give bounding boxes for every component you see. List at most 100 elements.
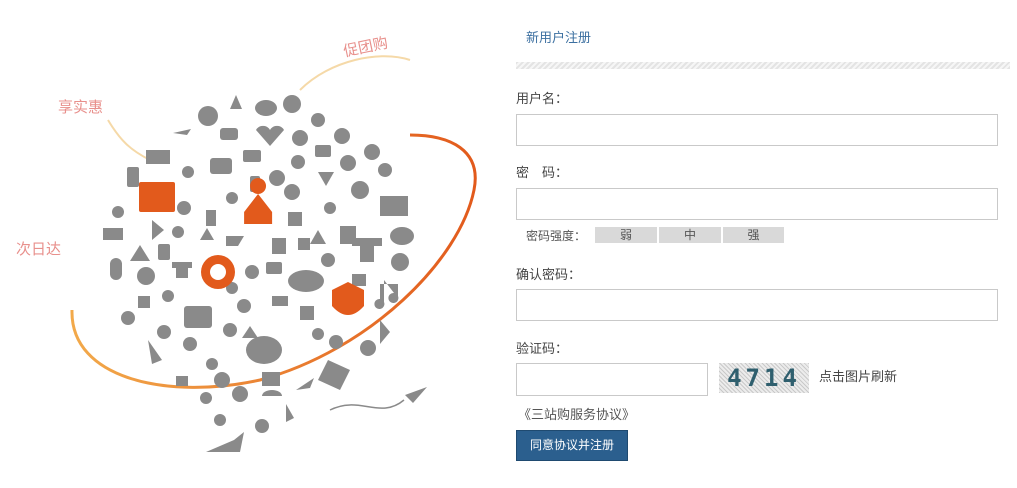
key-icon xyxy=(340,155,356,171)
confirm-password-label: 确认密码： xyxy=(516,267,582,282)
title-divider xyxy=(516,62,1010,69)
car2-icon xyxy=(266,262,282,274)
gray-icons xyxy=(103,95,427,452)
captcha-code: 4714 xyxy=(727,364,801,392)
password-input[interactable] xyxy=(516,188,998,220)
camera3-icon xyxy=(121,311,135,325)
shield-icon xyxy=(332,282,364,315)
smile-icon xyxy=(292,130,308,146)
promo-tag-next-day: 次日达 xyxy=(16,240,62,258)
promo-tag-discount: 享实惠 xyxy=(58,98,104,116)
strength-strong: 强 xyxy=(723,227,784,243)
scooter-icon xyxy=(318,172,334,186)
bubble-icon xyxy=(246,336,282,364)
rocket-icon xyxy=(230,95,242,109)
gender-icon xyxy=(311,113,325,127)
bike2-icon xyxy=(391,253,409,271)
captcha-refresh-link[interactable]: 点击图片刷新 xyxy=(819,366,897,385)
umbrella-icon xyxy=(262,390,282,396)
target-icon xyxy=(198,106,218,126)
dotted-line xyxy=(329,399,405,411)
tag2-icon xyxy=(172,226,184,238)
speech-icon xyxy=(184,306,212,328)
headphones-icon xyxy=(321,253,335,267)
password-label: 密 码： xyxy=(516,165,569,180)
chat4-icon xyxy=(214,414,226,426)
palette3-icon xyxy=(245,265,259,279)
phone2-icon xyxy=(158,244,170,260)
truck-icon xyxy=(103,228,123,240)
microphone-icon xyxy=(110,258,122,280)
gear2-icon xyxy=(237,299,251,313)
palette2-icon xyxy=(390,227,414,245)
pacman-icon xyxy=(364,144,380,160)
username-input[interactable] xyxy=(516,114,998,146)
confirm-password-input[interactable] xyxy=(516,289,998,321)
icon-cloud xyxy=(70,55,477,452)
settings-icon xyxy=(284,184,300,200)
alarm-icon xyxy=(232,386,248,402)
smile3-icon xyxy=(360,340,376,356)
captcha-image[interactable]: 4714 xyxy=(719,363,809,393)
share3-icon xyxy=(255,419,269,433)
chat2-icon xyxy=(269,170,285,186)
film-icon xyxy=(352,274,366,286)
registration-form: 新用户注册 用户名： 密 码： 密码强度： 弱 中 强 确认密码： 验证码： 4… xyxy=(516,0,1010,488)
username-label: 用户名： xyxy=(516,91,569,106)
captcha-input[interactable] xyxy=(516,363,708,396)
service-agreement-link[interactable]: 《三站购服务协议》 xyxy=(518,404,635,423)
headset-icon xyxy=(329,335,343,349)
tag5-icon xyxy=(318,360,350,390)
strength-medium: 中 xyxy=(659,227,721,243)
price-tag-inner xyxy=(210,264,226,280)
plane2-icon xyxy=(296,378,314,390)
chat3-icon xyxy=(137,267,155,285)
settings2-icon xyxy=(183,337,197,351)
swoosh-arc-top xyxy=(299,55,411,91)
gender2-icon xyxy=(226,192,238,204)
mobile2-icon xyxy=(206,358,218,370)
shoe-icon xyxy=(226,236,244,246)
rocket2-icon xyxy=(148,340,162,364)
agree-register-button[interactable]: 同意协议并注册 xyxy=(516,430,628,461)
bulb3-icon xyxy=(162,290,174,302)
bag2-icon xyxy=(272,296,288,306)
wine-icon xyxy=(286,404,294,422)
picture-icon xyxy=(380,196,408,216)
camera-icon xyxy=(315,145,331,157)
camera2-icon xyxy=(138,296,150,308)
users-icon xyxy=(283,95,301,113)
smile2-icon xyxy=(177,201,191,215)
eye-icon xyxy=(288,270,324,292)
form-title: 新用户注册 xyxy=(526,30,592,45)
bag-icon xyxy=(272,238,286,254)
print-icon xyxy=(243,150,261,162)
bicycle-icon xyxy=(334,128,350,144)
cart-icon xyxy=(146,150,170,164)
tag3-icon xyxy=(200,228,214,240)
promo-illustration: 促团购 享实惠 次日达 xyxy=(0,0,500,488)
share2-icon xyxy=(112,206,124,218)
comment-icon xyxy=(351,181,369,199)
clock-icon xyxy=(157,325,171,339)
car-icon xyxy=(220,128,238,140)
share-icon xyxy=(378,163,392,177)
music-icon xyxy=(374,280,399,309)
gift3-icon xyxy=(300,306,314,320)
tree-icon xyxy=(242,326,258,338)
swoosh-arc-left xyxy=(107,119,151,161)
bulb-icon xyxy=(206,210,216,226)
tshirt2-icon xyxy=(172,262,192,278)
heel-icon xyxy=(206,432,244,452)
paper-plane-icon xyxy=(405,387,427,403)
rocket3-icon xyxy=(380,320,390,344)
palette-icon xyxy=(255,100,277,116)
pac2-icon xyxy=(223,323,237,337)
gift-box-icon xyxy=(139,182,175,212)
flag-icon xyxy=(130,245,150,261)
strength-weak: 弱 xyxy=(595,227,657,243)
glass-icon xyxy=(152,220,164,240)
cup-icon xyxy=(210,158,232,174)
phone-icon xyxy=(127,167,139,187)
tshirt-icon xyxy=(352,238,382,262)
